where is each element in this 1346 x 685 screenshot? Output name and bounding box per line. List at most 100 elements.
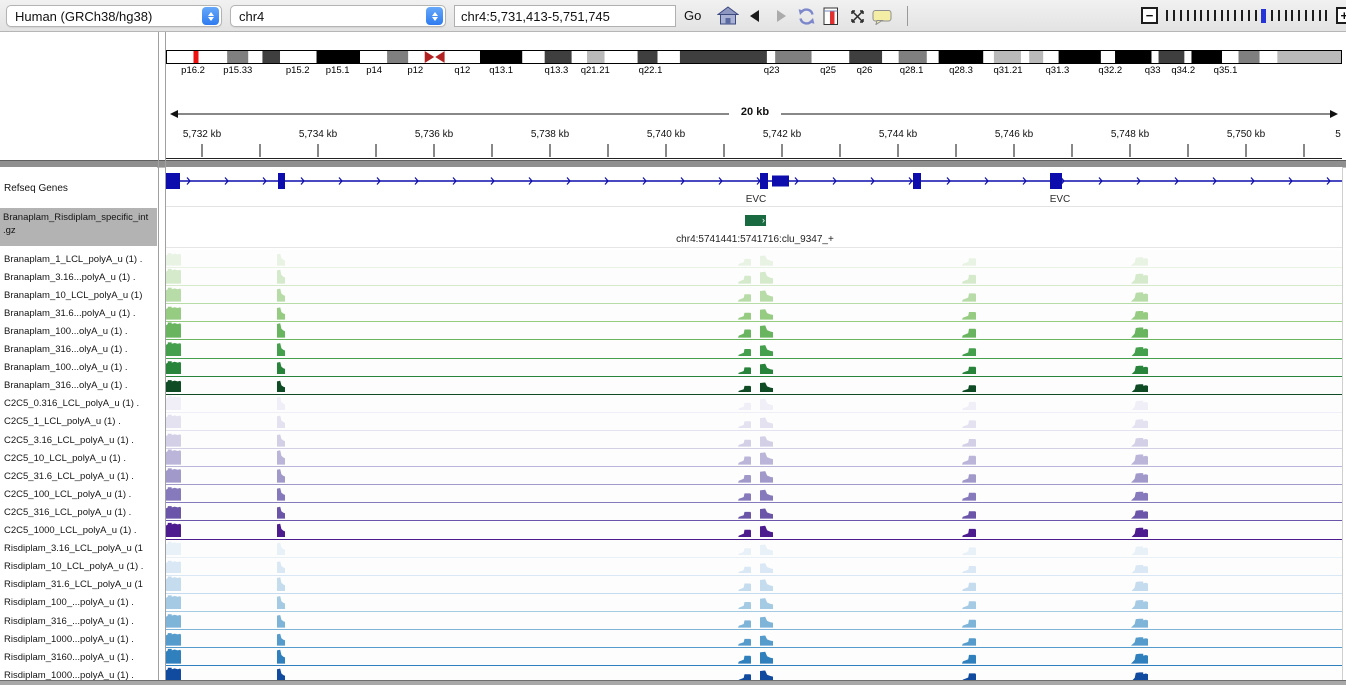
zoom-tick[interactable] [1278,10,1280,21]
coverage-track-branaplam-3[interactable] [166,304,1342,322]
zoom-out-button[interactable]: − [1141,7,1158,24]
home-icon[interactable] [715,4,741,28]
track-label-c2c5-1[interactable]: C2C5_1_LCL_polyA_u (1) . [0,416,157,427]
track-label-risdiplam-3[interactable]: Risdiplam_100_...polyA_u (1) . [0,597,157,608]
junction-track[interactable]: › chr4:5741441:5741716:clu_9347_+ [166,207,1342,248]
zoom-tick[interactable] [1248,10,1250,21]
zoom-tick[interactable] [1200,10,1202,21]
coverage-track-risdiplam-3[interactable] [166,594,1342,612]
chromosome-select[interactable]: chr4 [230,5,446,27]
track-label-risdiplam-1[interactable]: Risdiplam_10_LCL_polyA_u (1) . [0,561,157,572]
coverage-track-c2c5-7[interactable] [166,522,1342,540]
track-label-branaplam-7[interactable]: Branaplam_316...olyA_u (1) . [0,380,157,391]
zoom-tick[interactable] [1194,10,1196,21]
locus-input[interactable] [454,5,676,27]
junction-feature[interactable]: › [745,215,766,226]
track-label-risdiplam-4[interactable]: Risdiplam_316_...polyA_u (1) . [0,616,157,627]
zoom-tick[interactable] [1241,10,1243,21]
zoom-tick[interactable] [1180,10,1182,21]
track-label-c2c5-4[interactable]: C2C5_31.6_LCL_polyA_u (1) . [0,471,157,482]
zoom-tick[interactable] [1271,10,1273,21]
coverage-track-c2c5-6[interactable] [166,503,1342,521]
track-label-refseq[interactable]: Refseq Genes [0,183,157,194]
coverage-peak [962,366,976,374]
coverage-track-branaplam-5[interactable] [166,341,1342,359]
track-label-risdiplam-5[interactable]: Risdiplam_1000...polyA_u (1) . [0,634,157,645]
tooltip-bubble-icon[interactable] [870,4,894,28]
define-region-icon[interactable] [821,4,841,28]
zoom-tick[interactable] [1173,10,1175,21]
track-label-c2c5-6[interactable]: C2C5_316_LCL_polyA_u (1) . [0,507,157,518]
zoom-slider[interactable]: − + [1141,7,1346,24]
coverage-track-risdiplam-7[interactable] [166,666,1342,680]
coverage-track-risdiplam-1[interactable] [166,558,1342,576]
back-icon[interactable] [746,4,762,28]
track-label-risdiplam-0[interactable]: Risdiplam_3.16_LCL_polyA_u (1 [0,543,157,554]
track-label-risdiplam-6[interactable]: Risdiplam_3160...polyA_u (1) . [0,652,157,663]
track-label-branaplam-3[interactable]: Branaplam_31.6...polyA_u (1) . [0,308,157,319]
zoom-tick[interactable] [1285,10,1287,21]
chromosome-ideogram[interactable] [166,50,1342,64]
track-label-junctions-selected[interactable]: Branaplam_Risdiplam_specific_int .gz [0,208,157,246]
track-name-panel: Refseq Genes Branaplam_Risdiplam_specifi… [0,167,157,680]
go-button[interactable]: Go [684,8,701,23]
track-label-branaplam-6[interactable]: Branaplam_100...olyA_u (1) . [0,362,157,373]
coverage-track-c2c5-2[interactable] [166,431,1342,449]
track-label-c2c5-5[interactable]: C2C5_100_LCL_polyA_u (1) . [0,489,157,500]
zoom-tick[interactable] [1255,10,1257,21]
zoom-tick[interactable] [1214,10,1216,21]
zoom-tick[interactable] [1298,10,1300,21]
zoom-tick[interactable] [1187,10,1189,21]
coverage-track-risdiplam-5[interactable] [166,630,1342,648]
zoom-tick-active[interactable] [1261,9,1266,23]
zoom-tick[interactable] [1221,10,1223,21]
fit-to-window-icon[interactable] [848,4,866,28]
coverage-track-branaplam-6[interactable] [166,359,1342,377]
coverage-peak [277,469,285,482]
track-label-c2c5-2[interactable]: C2C5_3.16_LCL_polyA_u (1) . [0,435,157,446]
forward-icon[interactable] [773,4,789,28]
track-label-risdiplam-2[interactable]: Risdiplam_31.6_LCL_polyA_u (1 [0,579,157,590]
coverage-track-risdiplam-2[interactable] [166,576,1342,594]
coverage-track-c2c5-3[interactable] [166,449,1342,467]
zoom-tick[interactable] [1166,10,1168,21]
ideogram-band [1029,51,1043,63]
coverage-track-branaplam-0[interactable] [166,250,1342,268]
track-label-c2c5-7[interactable]: C2C5_1000_LCL_polyA_u (1) . [0,525,157,536]
zoom-tick[interactable] [1291,10,1293,21]
coverage-track-branaplam-1[interactable] [166,268,1342,286]
track-label-branaplam-0[interactable]: Branaplam_1_LCL_polyA_u (1) . [0,254,157,265]
genome-select[interactable]: Human (GRCh38/hg38) [6,5,222,27]
zoom-tick[interactable] [1305,10,1307,21]
ideogram-band [1115,51,1151,63]
track-label-branaplam-2[interactable]: Branaplam_10_LCL_polyA_u (1) [0,290,157,301]
coverage-track-branaplam-4[interactable] [166,322,1342,340]
zoom-tick-strip[interactable] [1164,9,1330,23]
track-label-c2c5-3[interactable]: C2C5_10_LCL_polyA_u (1) . [0,453,157,464]
coverage-track-c2c5-4[interactable] [166,467,1342,485]
zoom-tick[interactable] [1319,10,1321,21]
coverage-peak [277,669,285,680]
zoom-in-button[interactable]: + [1336,7,1346,24]
zoom-tick[interactable] [1227,10,1229,21]
track-label-branaplam-4[interactable]: Branaplam_100...olyA_u (1) . [0,326,157,337]
coverage-track-risdiplam-6[interactable] [166,648,1342,666]
coverage-track-c2c5-1[interactable] [166,413,1342,431]
panel-divider-line[interactable] [158,32,159,680]
zoom-tick[interactable] [1312,10,1314,21]
zoom-tick[interactable] [1207,10,1209,21]
track-label-risdiplam-7[interactable]: Risdiplam_1000...polyA_u (1) . [0,670,157,680]
coverage-track-c2c5-0[interactable] [166,395,1342,413]
coverage-track-risdiplam-0[interactable] [166,540,1342,558]
refresh-icon[interactable] [795,4,817,28]
refseq-gene-track[interactable]: EVCEVC [166,167,1342,207]
zoom-tick[interactable] [1325,10,1327,21]
coverage-track-branaplam-2[interactable] [166,286,1342,304]
track-label-branaplam-5[interactable]: Branaplam_316...olyA_u (1) . [0,344,157,355]
zoom-tick[interactable] [1234,10,1236,21]
track-label-branaplam-1[interactable]: Branaplam_3.16...polyA_u (1) . [0,272,157,283]
coverage-track-c2c5-5[interactable] [166,485,1342,503]
track-label-c2c5-0[interactable]: C2C5_0.316_LCL_polyA_u (1) . [0,398,157,409]
coverage-track-branaplam-7[interactable] [166,377,1342,395]
coverage-track-risdiplam-4[interactable] [166,612,1342,630]
